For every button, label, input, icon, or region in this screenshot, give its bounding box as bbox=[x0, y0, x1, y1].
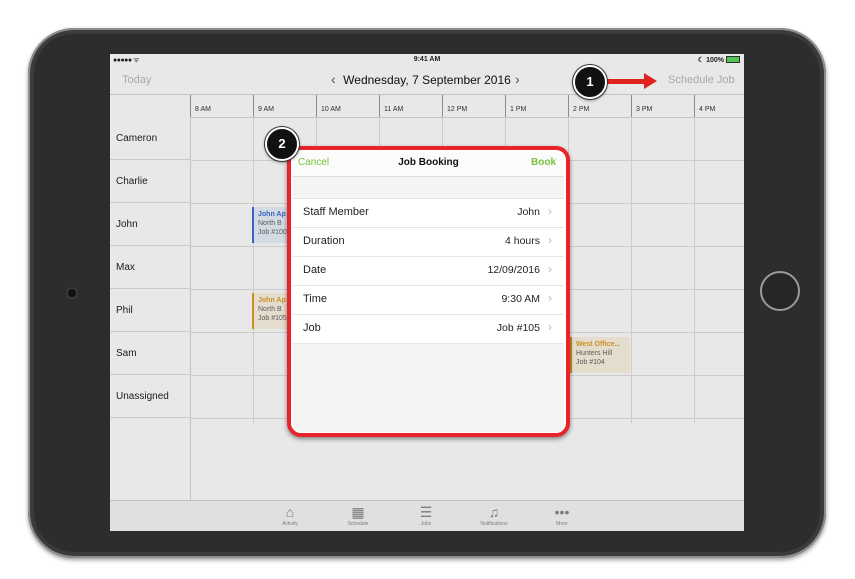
camera-icon bbox=[68, 289, 76, 297]
row-label: Time bbox=[303, 293, 328, 305]
chevron-right-icon: › bbox=[548, 262, 552, 276]
time-row[interactable]: Time 9:30 AM › bbox=[293, 286, 564, 315]
annotation-arrow-head-icon bbox=[644, 73, 657, 89]
staff-member-row[interactable]: Staff Member John › bbox=[293, 199, 564, 228]
callout-marker-1: 1 bbox=[573, 65, 607, 99]
row-value: Job #105 bbox=[496, 322, 540, 334]
chevron-right-icon: › bbox=[548, 291, 552, 305]
callout-marker-2: 2 bbox=[265, 127, 299, 161]
row-value: John bbox=[517, 206, 540, 218]
chevron-right-icon: › bbox=[548, 204, 552, 218]
chevron-right-icon: › bbox=[548, 320, 552, 334]
home-button[interactable] bbox=[760, 271, 800, 311]
duration-row[interactable]: Duration 4 hours › bbox=[293, 228, 564, 257]
modal-title: Job Booking bbox=[398, 157, 459, 168]
row-label: Date bbox=[303, 264, 327, 276]
row-value: 12/09/2016 bbox=[487, 264, 540, 276]
row-label: Duration bbox=[303, 235, 345, 247]
annotation-arrow-line bbox=[605, 79, 647, 84]
row-label: Job bbox=[303, 322, 321, 334]
book-button[interactable]: Book bbox=[531, 157, 556, 168]
row-label: Staff Member bbox=[303, 206, 369, 218]
chevron-right-icon: › bbox=[548, 233, 552, 247]
row-value: 9:30 AM bbox=[501, 293, 540, 305]
date-row[interactable]: Date 12/09/2016 › bbox=[293, 257, 564, 286]
booking-fields-list: Staff Member John › Duration 4 hours › D… bbox=[293, 198, 564, 344]
job-row[interactable]: Job Job #105 › bbox=[293, 315, 564, 344]
job-booking-modal: Cancel Job Booking Book Staff Member Joh… bbox=[293, 151, 564, 432]
row-value: 4 hours bbox=[504, 235, 540, 247]
modal-header: Cancel Job Booking Book bbox=[293, 151, 564, 177]
